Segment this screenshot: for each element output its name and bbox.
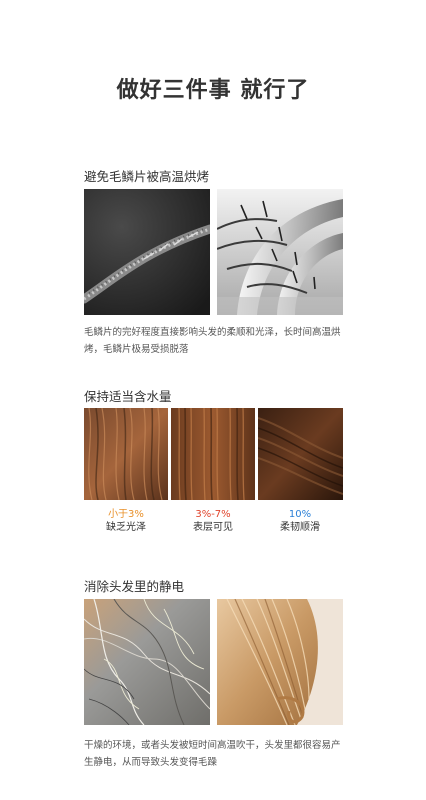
section3-description: 干燥的环境，或者头发被短时间高温吹干，头发里都很容易产生静电，从而导致头发变得毛… (84, 740, 341, 768)
moisture-label-mid: 表层可见 (193, 522, 233, 533)
page-title: 做好三件事 就行了 (116, 78, 310, 103)
section-heading-moisture: 保持适当含水量 (84, 389, 172, 404)
section-heading-static: 消除头发里的静电 (84, 579, 185, 594)
smooth-blonde-hair-image (217, 599, 343, 725)
moisture-label-high: 柔韧顺滑 (280, 522, 320, 533)
static-frizzy-hair-image (84, 599, 210, 725)
moisture-caption-mid: 3%-7% 表层可见 (171, 508, 255, 534)
damaged-hair-strand-image (84, 189, 210, 315)
dry-hair-image (84, 408, 168, 500)
moisture-pct-mid: 3%-7% (195, 509, 231, 520)
moisture-label-low: 缺乏光泽 (106, 522, 146, 533)
moisture-pct-low: 小于3% (108, 509, 144, 520)
moisture-caption-high: 10% 柔韧顺滑 (258, 508, 342, 534)
section-heading-cuticle: 避免毛鳞片被高温烘烤 (84, 169, 210, 184)
section1-description: 毛鳞片的完好程度直接影响头发的柔顺和光泽，长时间高温烘烤，毛鳞片极易受损脱落 (84, 327, 341, 355)
cuticle-3d-image (217, 189, 343, 315)
smooth-hair-image (258, 408, 343, 500)
moisture-caption-low: 小于3% 缺乏光泽 (84, 508, 168, 534)
moisture-pct-high: 10% (288, 509, 312, 520)
medium-moisture-hair-image (171, 408, 255, 500)
